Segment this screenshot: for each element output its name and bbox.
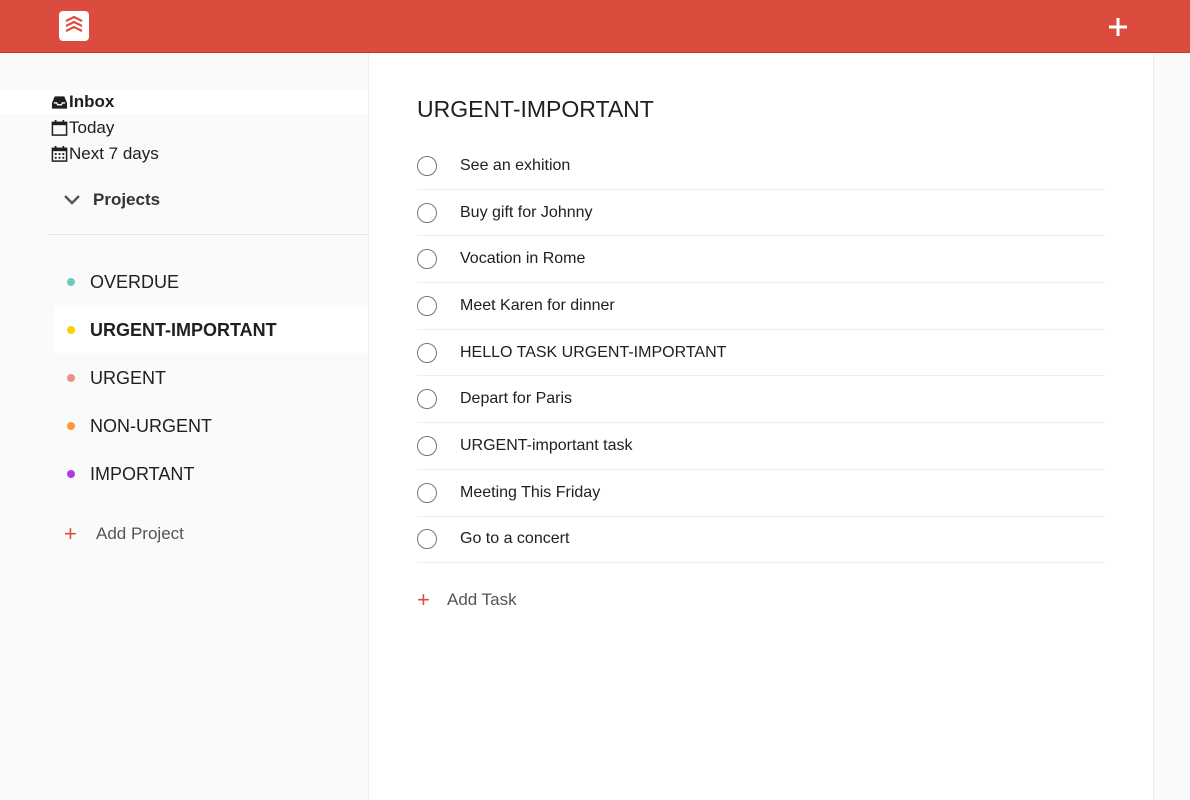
task-item[interactable]: URGENT-important task [417,423,1105,470]
task-text: Meeting This Friday [460,483,601,501]
project-label: URGENT [90,367,166,388]
projects-label: Projects [93,190,161,209]
sidebar-divider [48,234,368,235]
project-item-urgent-important[interactable]: URGENT-IMPORTANT [54,307,368,353]
project-item-non-urgent[interactable]: NON-URGENT [54,403,368,449]
nav-inbox-label: Inbox [69,92,115,111]
task-checkbox[interactable] [417,342,437,363]
task-text: Depart for Paris [460,390,573,408]
project-item-urgent[interactable]: URGENT [54,355,368,401]
task-text: Go to a concert [460,530,570,548]
quick-add-button[interactable] [1105,14,1131,40]
task-checkbox[interactable] [417,482,437,503]
task-checkbox[interactable] [417,389,437,410]
calendar-icon [51,119,68,136]
nav-today-label: Today [69,118,115,137]
task-item[interactable]: See an exhition [417,143,1105,190]
task-checkbox[interactable] [417,202,437,223]
task-text: URGENT-important task [460,436,633,454]
add-task-label: Add Task [447,590,517,609]
project-color-dot [67,278,75,286]
inbox-icon [51,96,68,109]
projects-toggle[interactable]: Projects [63,188,160,212]
page-title: URGENT-IMPORTANT [417,96,654,122]
task-item[interactable]: Meeting This Friday [417,470,1105,517]
task-text: Meet Karen for dinner [460,296,615,314]
main-content: URGENT-IMPORTANT See an exhition Buy gif… [368,53,1154,800]
project-color-dot [67,374,75,382]
plus-icon [1109,18,1127,36]
add-task-button[interactable]: + Add Task [417,587,517,613]
task-item[interactable]: Go to a concert [417,517,1105,564]
task-text: HELLO TASK URGENT-IMPORTANT [460,343,727,361]
task-checkbox[interactable] [417,155,437,176]
calendar-grid-icon [51,145,68,162]
nav-inbox[interactable]: Inbox [0,90,368,114]
task-checkbox[interactable] [417,249,437,270]
plus-icon: + [417,587,430,612]
task-item[interactable]: Buy gift for Johnny [417,190,1105,237]
chevron-down-icon [64,195,80,205]
top-bar [0,0,1190,53]
add-project-label: Add Project [96,524,184,543]
task-checkbox[interactable] [417,295,437,316]
sidebar: Inbox Today Next 7 days Projects OVERDUE… [0,53,368,800]
task-list: See an exhition Buy gift for Johnny Voca… [417,143,1105,564]
todoist-logo-icon[interactable] [59,11,89,41]
plus-icon: + [64,521,77,546]
task-text: Vocation in Rome [460,250,586,268]
nav-next-7-days[interactable]: Next 7 days [51,142,159,166]
project-label: URGENT-IMPORTANT [90,319,277,340]
project-item-important[interactable]: IMPORTANT [54,451,368,497]
task-item[interactable]: HELLO TASK URGENT-IMPORTANT [417,330,1105,377]
task-checkbox[interactable] [417,435,437,456]
nav-next-7-days-label: Next 7 days [69,144,159,163]
project-color-dot [67,470,75,478]
task-item[interactable]: Depart for Paris [417,376,1105,424]
nav-today[interactable]: Today [51,116,114,140]
task-item[interactable]: Vocation in Rome [417,236,1105,284]
project-label: NON-URGENT [90,415,212,436]
project-label: OVERDUE [90,271,180,292]
task-text: See an exhition [460,156,571,174]
task-checkbox[interactable] [417,529,437,550]
task-text: Buy gift for Johnny [460,203,593,221]
project-item-overdue[interactable]: OVERDUE [54,259,368,305]
task-item[interactable]: Meet Karen for dinner [417,283,1105,330]
add-project-button[interactable]: + Add Project [64,521,184,547]
project-color-dot [67,326,75,334]
project-color-dot [67,422,75,430]
project-label: IMPORTANT [90,463,195,484]
